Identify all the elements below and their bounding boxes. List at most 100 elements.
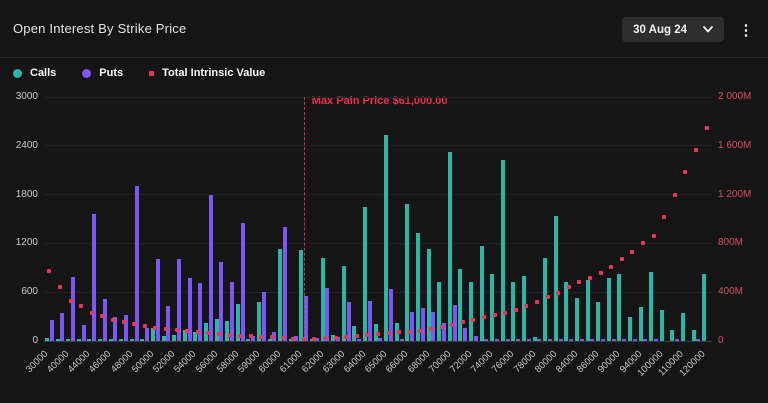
puts-bar[interactable]	[558, 339, 563, 341]
puts-bar[interactable]	[579, 339, 584, 341]
puts-bar[interactable]	[516, 339, 521, 341]
puts-bar[interactable]	[463, 328, 468, 341]
puts-bar[interactable]	[696, 339, 701, 341]
puts-bar[interactable]	[420, 308, 425, 341]
intrinsic-value-dot[interactable]	[57, 284, 62, 289]
intrinsic-value-dot[interactable]	[259, 334, 264, 339]
calls-bar[interactable]	[246, 339, 251, 341]
intrinsic-value-dot[interactable]	[619, 257, 624, 262]
calls-bar[interactable]	[543, 258, 548, 341]
intrinsic-value-dot[interactable]	[121, 320, 126, 325]
puts-bar[interactable]	[399, 339, 404, 341]
calls-bar[interactable]	[362, 206, 367, 341]
intrinsic-value-dot[interactable]	[683, 170, 688, 175]
intrinsic-value-dot[interactable]	[206, 330, 211, 335]
calls-bar[interactable]	[522, 276, 527, 341]
puts-bar[interactable]	[601, 339, 606, 341]
puts-bar[interactable]	[304, 296, 309, 341]
calls-bar[interactable]	[479, 245, 484, 341]
calls-bar[interactable]	[87, 339, 92, 341]
calls-bar[interactable]	[108, 339, 113, 341]
puts-bar[interactable]	[548, 339, 553, 341]
intrinsic-value-dot[interactable]	[407, 329, 412, 334]
calls-bar[interactable]	[214, 319, 219, 341]
intrinsic-value-dot[interactable]	[397, 330, 402, 335]
calls-bar[interactable]	[458, 269, 463, 341]
intrinsic-value-dot[interactable]	[556, 290, 561, 295]
calls-bar[interactable]	[469, 282, 474, 341]
intrinsic-value-dot[interactable]	[513, 308, 518, 313]
calls-bar[interactable]	[341, 266, 346, 341]
puts-bar[interactable]	[473, 336, 478, 341]
calls-bar[interactable]	[172, 334, 177, 341]
legend-item-intrinsic-value[interactable]: Total Intrinsic Value	[149, 67, 265, 79]
intrinsic-value-dot[interactable]	[460, 320, 465, 325]
intrinsic-value-dot[interactable]	[418, 328, 423, 333]
puts-bar[interactable]	[505, 338, 510, 341]
intrinsic-value-dot[interactable]	[47, 269, 52, 274]
legend-item-puts[interactable]: Puts	[82, 67, 123, 79]
puts-bar[interactable]	[537, 339, 542, 341]
calls-bar[interactable]	[150, 328, 155, 341]
calls-bar[interactable]	[437, 281, 442, 341]
calls-bar[interactable]	[416, 233, 420, 341]
intrinsic-value-dot[interactable]	[216, 331, 221, 336]
calls-bar[interactable]	[97, 339, 102, 341]
puts-bar[interactable]	[166, 306, 171, 341]
intrinsic-value-dot[interactable]	[566, 285, 571, 290]
intrinsic-value-dot[interactable]	[153, 325, 158, 330]
intrinsic-value-dot[interactable]	[482, 315, 487, 320]
puts-bar[interactable]	[145, 328, 150, 341]
intrinsic-value-dot[interactable]	[503, 311, 508, 316]
puts-bar[interactable]	[102, 298, 107, 341]
intrinsic-value-dot[interactable]	[609, 264, 614, 269]
calls-bar[interactable]	[532, 337, 537, 341]
puts-bar[interactable]	[261, 292, 266, 341]
calls-bar[interactable]	[129, 339, 134, 341]
intrinsic-value-dot[interactable]	[312, 336, 317, 341]
calls-bar[interactable]	[596, 301, 601, 341]
puts-bar[interactable]	[611, 339, 616, 341]
intrinsic-value-dot[interactable]	[280, 335, 285, 340]
intrinsic-value-dot[interactable]	[291, 336, 296, 341]
intrinsic-value-dot[interactable]	[195, 329, 200, 334]
puts-bar[interactable]	[81, 324, 86, 341]
intrinsic-value-dot[interactable]	[238, 333, 243, 338]
puts-bar[interactable]	[123, 314, 128, 341]
calls-bar[interactable]	[447, 151, 452, 341]
puts-bar[interactable]	[675, 339, 680, 341]
intrinsic-value-dot[interactable]	[142, 324, 147, 329]
intrinsic-value-dot[interactable]	[694, 148, 699, 153]
intrinsic-value-dot[interactable]	[174, 328, 179, 333]
puts-bar[interactable]	[654, 339, 659, 341]
intrinsic-value-dot[interactable]	[471, 317, 476, 322]
intrinsic-value-dot[interactable]	[429, 326, 434, 331]
intrinsic-value-dot[interactable]	[577, 280, 582, 285]
puts-bar[interactable]	[282, 227, 287, 341]
puts-bar[interactable]	[526, 339, 531, 341]
puts-bar[interactable]	[219, 262, 224, 341]
calls-bar[interactable]	[649, 271, 654, 341]
puts-bar[interactable]	[643, 339, 648, 341]
puts-bar[interactable]	[495, 339, 500, 341]
intrinsic-value-dot[interactable]	[386, 331, 391, 336]
intrinsic-value-dot[interactable]	[492, 313, 497, 318]
intrinsic-value-dot[interactable]	[269, 335, 274, 340]
intrinsic-value-dot[interactable]	[333, 335, 338, 340]
intrinsic-value-dot[interactable]	[439, 324, 444, 329]
chart-plot-area[interactable]: Max Pain Price $61,000.00 30000 40000 4400…	[24, 95, 712, 379]
intrinsic-value-dot[interactable]	[100, 313, 105, 318]
intrinsic-value-dot[interactable]	[535, 299, 540, 304]
puts-bar[interactable]	[325, 288, 330, 341]
intrinsic-value-dot[interactable]	[79, 304, 84, 308]
calls-bar[interactable]	[702, 273, 707, 341]
calls-bar[interactable]	[55, 339, 60, 341]
calls-bar[interactable]	[564, 281, 569, 341]
intrinsic-value-dot[interactable]	[227, 332, 232, 337]
puts-bar[interactable]	[622, 339, 627, 341]
calls-bar[interactable]	[638, 306, 643, 341]
calls-bar[interactable]	[490, 273, 495, 341]
puts-bar[interactable]	[60, 313, 65, 341]
puts-bar[interactable]	[240, 223, 245, 341]
intrinsic-value-dot[interactable]	[248, 334, 253, 339]
